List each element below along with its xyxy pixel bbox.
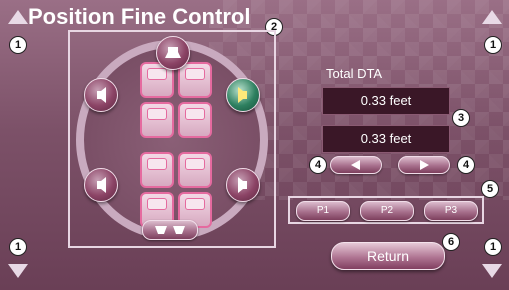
preset-p3-button[interactable]: P3 bbox=[424, 201, 478, 221]
preset-p2-button[interactable]: P2 bbox=[360, 201, 414, 221]
position-panel bbox=[68, 30, 276, 248]
preset-group: P1 P2 P3 bbox=[288, 196, 484, 224]
right-arrow-icon bbox=[420, 160, 429, 170]
seat-rear-left[interactable] bbox=[140, 152, 174, 188]
callout-6: 6 bbox=[442, 233, 460, 251]
speaker-icon bbox=[97, 177, 106, 193]
callout-1-bottom-left: 1 bbox=[9, 238, 27, 256]
left-arrow-icon bbox=[351, 160, 360, 170]
subwoofer-button[interactable] bbox=[142, 220, 198, 240]
return-button[interactable]: Return bbox=[331, 242, 445, 270]
seat-front-left-lower[interactable] bbox=[140, 102, 174, 138]
preset-p1-button[interactable]: P1 bbox=[296, 201, 350, 221]
callout-3: 3 bbox=[452, 109, 470, 127]
callout-4-right: 4 bbox=[457, 156, 475, 174]
callout-1-top-right: 1 bbox=[484, 36, 502, 54]
total-dta-label: Total DTA bbox=[326, 66, 383, 81]
subwoofer-icon bbox=[155, 226, 185, 234]
down-arrow-icon-right[interactable] bbox=[482, 264, 502, 278]
speaker-icon bbox=[238, 177, 247, 193]
page-title: Position Fine Control bbox=[28, 4, 251, 29]
decrease-button[interactable] bbox=[330, 156, 382, 174]
speaker-icon bbox=[97, 87, 106, 103]
dta-value-bottom: 0.33 feet bbox=[322, 125, 450, 153]
up-arrow-icon-right[interactable] bbox=[482, 10, 502, 24]
up-arrow-icon-left[interactable] bbox=[8, 10, 28, 24]
seat-rear-right[interactable] bbox=[178, 152, 212, 188]
front-speaker-button[interactable] bbox=[156, 36, 190, 70]
front-left-speaker-button[interactable] bbox=[84, 78, 118, 112]
increase-button[interactable] bbox=[398, 156, 450, 174]
rear-left-speaker-button[interactable] bbox=[84, 168, 118, 202]
screen: Position Fine Control 1 1 1 1 2 3 4 4 5 … bbox=[0, 0, 509, 290]
down-arrow-icon-left[interactable] bbox=[8, 264, 28, 278]
dta-value-top: 0.33 feet bbox=[322, 87, 450, 115]
callout-1-bottom-right: 1 bbox=[484, 238, 502, 256]
front-speaker-icon bbox=[165, 47, 181, 58]
rear-right-speaker-button[interactable] bbox=[226, 168, 260, 202]
callout-4-left: 4 bbox=[309, 156, 327, 174]
callout-1-top-left: 1 bbox=[9, 36, 27, 54]
speaker-icon bbox=[238, 87, 247, 103]
seat-front-right-lower[interactable] bbox=[178, 102, 212, 138]
front-right-speaker-button[interactable] bbox=[226, 78, 260, 112]
